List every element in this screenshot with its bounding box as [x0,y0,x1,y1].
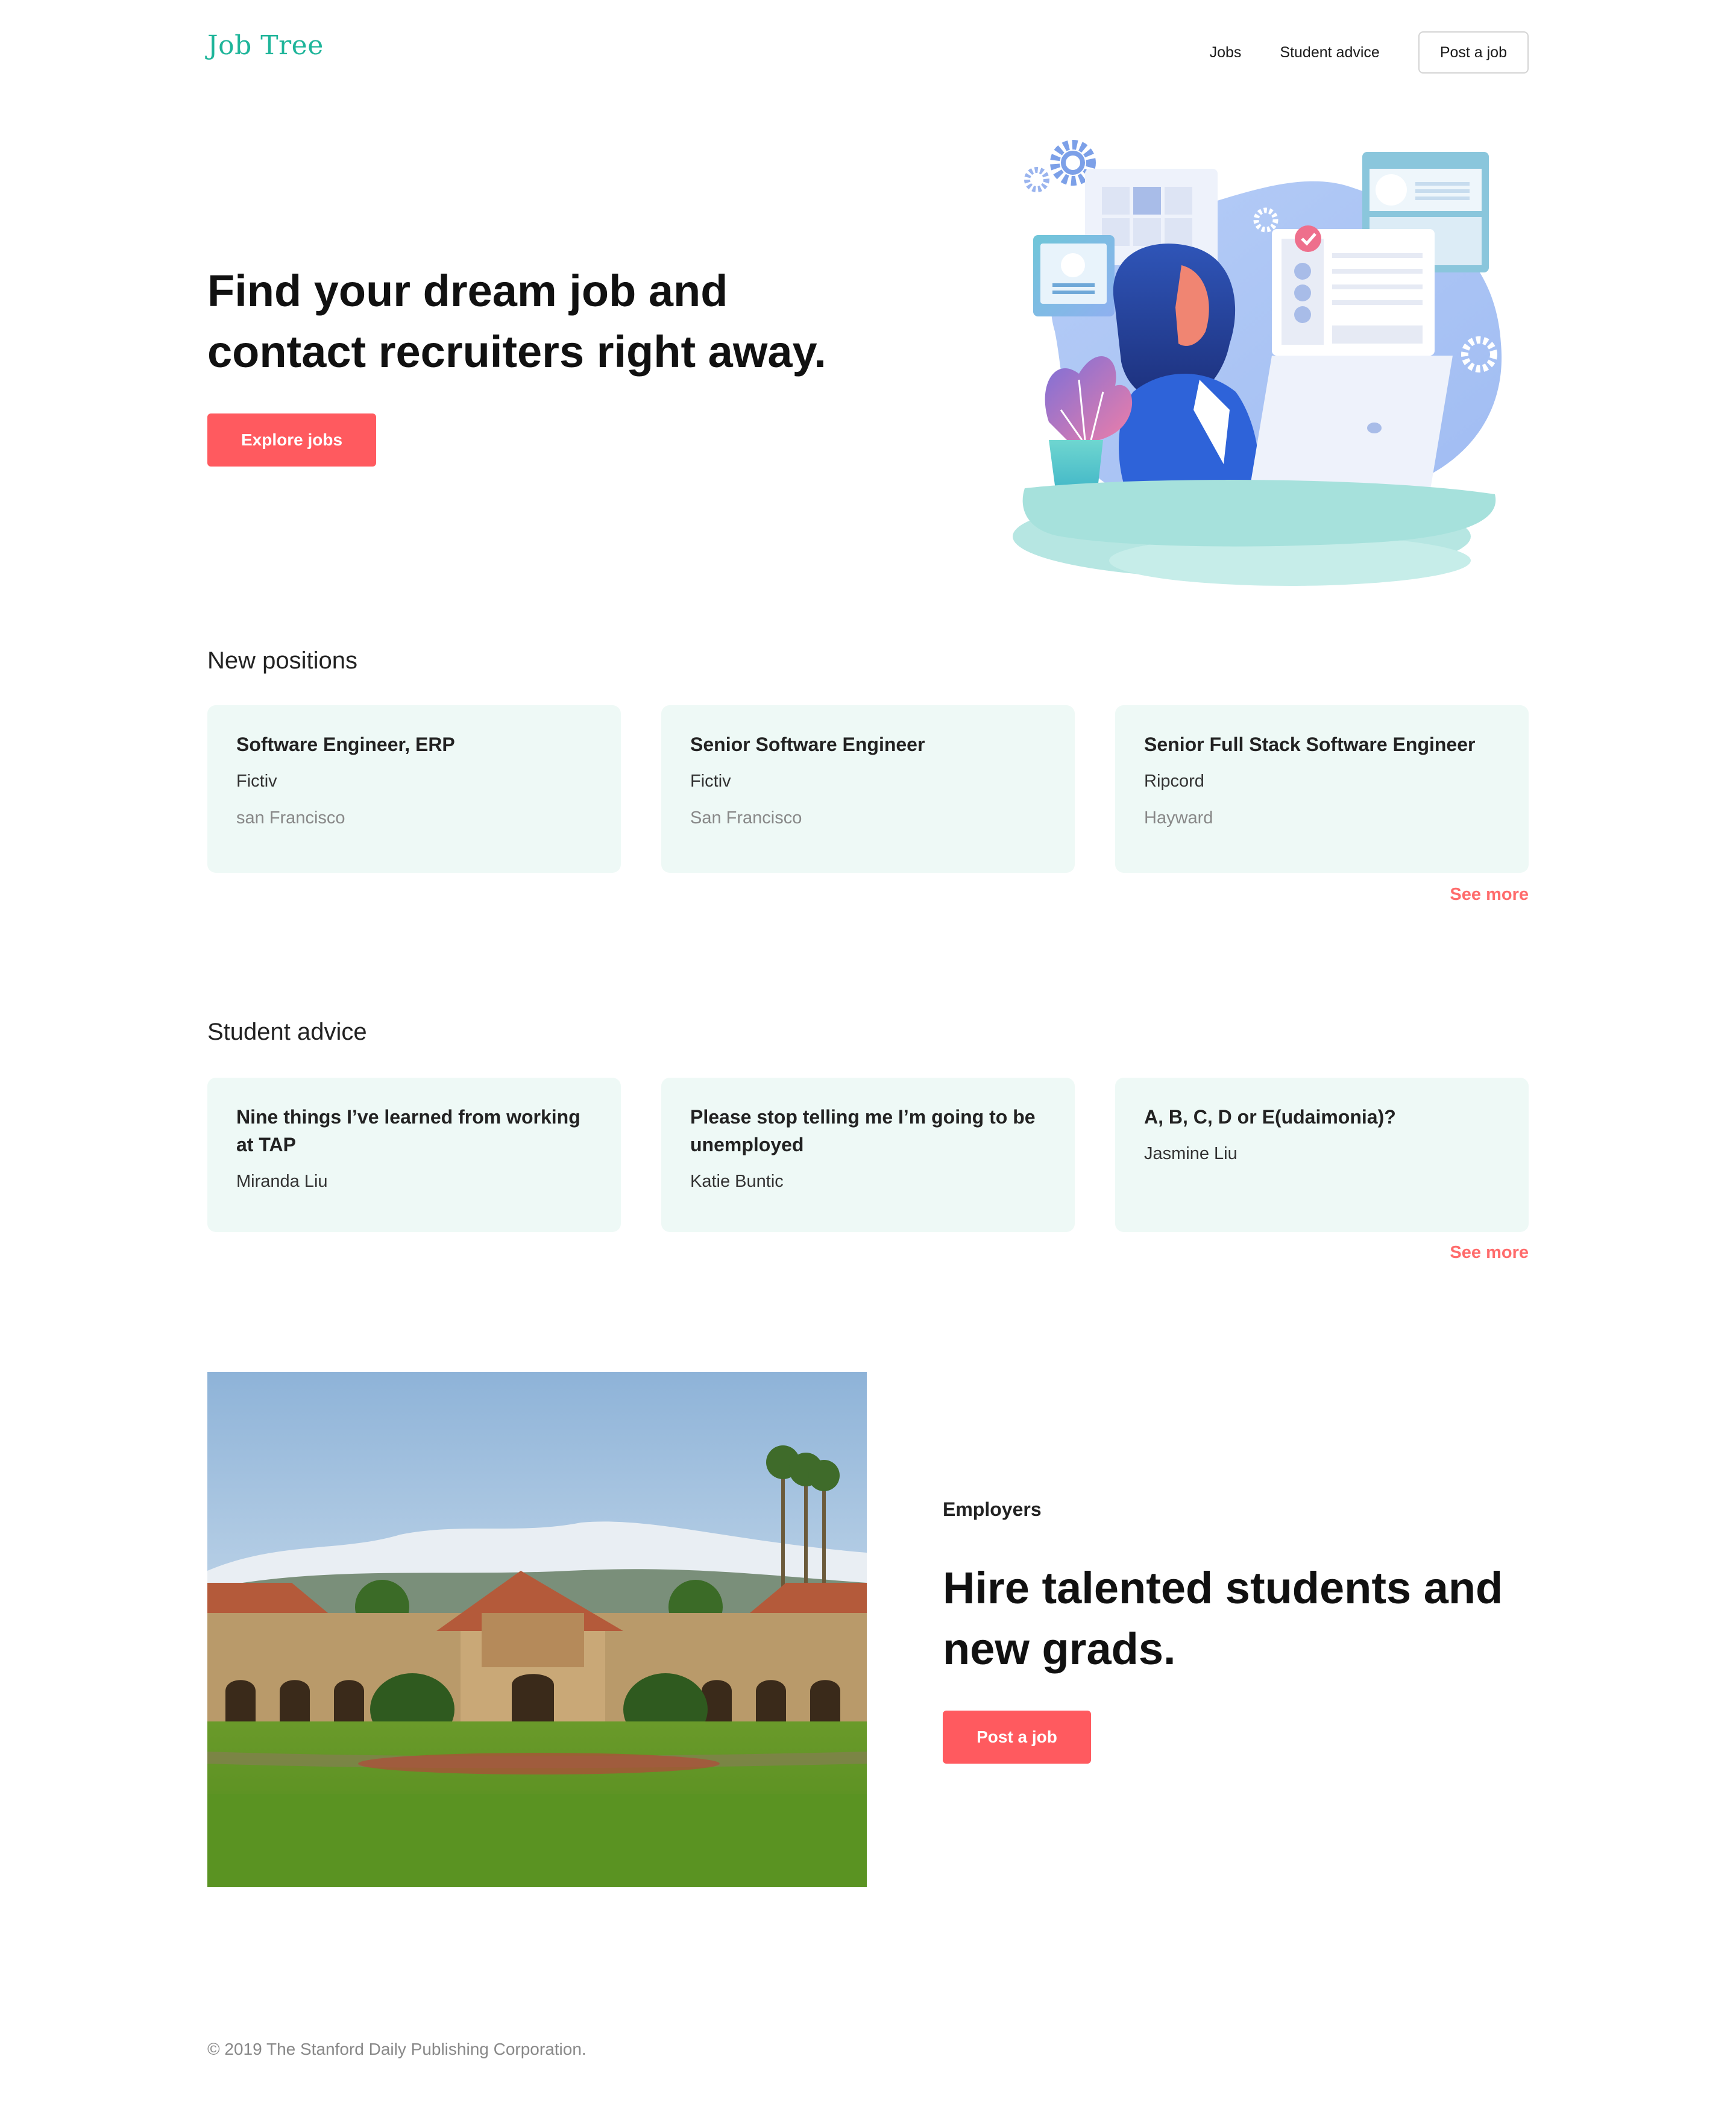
employers-title: Hire talented students and new grads. [943,1563,1503,1674]
nav-jobs-link[interactable]: Jobs [1210,44,1242,61]
job-company: Ripcord [1144,772,1204,791]
job-title: Software Engineer, ERP [236,734,455,755]
advice-title: Nine things I’ve learned from working at… [236,1106,580,1155]
advice-title: A, B, C, D or E(udaimonia)? [1144,1106,1396,1128]
top-nav: Jobs Student advice Post a job [1210,31,1529,74]
advice-card[interactable]: Please stop telling me I’m going to be u… [661,1078,1075,1232]
advice-author: Jasmine Liu [1144,1144,1238,1163]
new-positions-heading: New positions [207,647,358,674]
job-title: Senior Software Engineer [690,734,925,755]
explore-jobs-button[interactable]: Explore jobs [207,413,376,467]
job-card[interactable]: Senior Full Stack Software Engineer Ripc… [1115,705,1529,873]
job-location: San Francisco [690,808,802,828]
advice-card[interactable]: A, B, C, D or E(udaimonia)? Jasmine Liu [1115,1078,1529,1232]
job-company: Fictiv [236,772,277,791]
advice-author: Katie Buntic [690,1172,784,1191]
hero-title: Find your dream job and contact recruite… [207,266,826,377]
post-job-nav-button[interactable]: Post a job [1418,31,1529,74]
nav-student-advice-link[interactable]: Student advice [1280,44,1379,61]
advice-card[interactable]: Nine things I’ve learned from working at… [207,1078,621,1232]
job-card[interactable]: Senior Software Engineer Fictiv San Fran… [661,705,1075,873]
footer-copyright: © 2019 The Stanford Daily Publishing Cor… [207,2040,587,2058]
job-title: Senior Full Stack Software Engineer [1144,734,1476,755]
job-location: Hayward [1144,808,1213,828]
advice-see-more-link[interactable]: See more [1450,1243,1529,1263]
positions-see-more-link[interactable]: See more [1450,885,1529,905]
employers-label: Employers [943,1498,1042,1520]
post-job-button[interactable]: Post a job [943,1711,1091,1764]
hero-illustration [1013,140,1502,586]
advice-author: Miranda Liu [236,1172,328,1191]
student-advice-heading: Student advice [207,1019,367,1045]
job-company: Fictiv [690,772,731,791]
advice-title: Please stop telling me I’m going to be u… [690,1106,1036,1155]
job-location: san Francisco [236,808,345,828]
campus-photo [207,1372,867,1887]
job-card[interactable]: Software Engineer, ERP Fictiv san Franci… [207,705,621,873]
logo[interactable]: Job Tree [207,30,324,61]
